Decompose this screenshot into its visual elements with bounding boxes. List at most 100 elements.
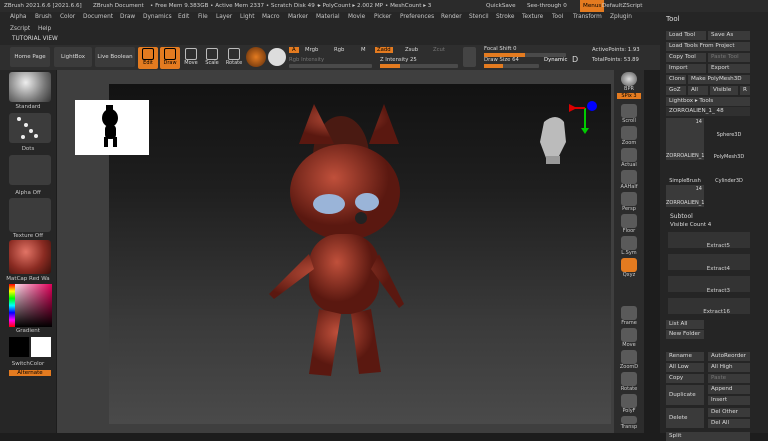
- alternate-button[interactable]: Alternate: [9, 370, 51, 376]
- persp-button[interactable]: Persp: [617, 192, 641, 212]
- del-other-button[interactable]: Del Other: [708, 408, 750, 417]
- scale-button[interactable]: Scale: [202, 47, 222, 69]
- live-boolean-button[interactable]: Live Boolean: [95, 47, 135, 67]
- menu-picker[interactable]: Picker: [374, 12, 391, 23]
- zcut-button[interactable]: Zcut: [433, 47, 445, 53]
- menu-preferences[interactable]: Preferences: [400, 12, 434, 23]
- scroll-button[interactable]: Scroll: [617, 104, 641, 124]
- menu-stencil[interactable]: Stencil: [469, 12, 489, 23]
- menu-tool[interactable]: Tool: [552, 12, 563, 23]
- standard-brush-thumb[interactable]: [9, 72, 51, 102]
- menu-layer[interactable]: Layer: [216, 12, 232, 23]
- rgb-intensity-slider[interactable]: Rgb Intensity: [289, 57, 324, 63]
- focal-shift-slider[interactable]: Focal Shift 0: [484, 46, 517, 52]
- menu-file[interactable]: File: [198, 12, 208, 23]
- draw-size-bar[interactable]: [484, 64, 539, 68]
- rgb-button[interactable]: Rgb: [334, 47, 344, 53]
- menu-dynamics[interactable]: Dynamics: [143, 12, 172, 23]
- zoom-button[interactable]: Zoom: [617, 126, 641, 146]
- all-high-button[interactable]: All High: [708, 363, 750, 372]
- zsub-button[interactable]: Zsub: [405, 47, 418, 53]
- subtool-header[interactable]: Subtool: [670, 213, 693, 220]
- menu-zscript[interactable]: Zscript: [10, 26, 30, 32]
- menu-help[interactable]: Help: [38, 26, 51, 32]
- stroke-icon[interactable]: [463, 47, 476, 67]
- home-page-button[interactable]: Home Page: [10, 47, 50, 67]
- m-button[interactable]: M: [361, 47, 366, 53]
- bpr-button[interactable]: BPR: [617, 72, 641, 92]
- visible-count-slider[interactable]: Visible Count 4: [670, 222, 711, 228]
- copy-tool-button[interactable]: Copy Tool: [666, 53, 706, 62]
- menu-transform[interactable]: Transform: [573, 12, 602, 23]
- color-picker[interactable]: [9, 284, 52, 327]
- r-button[interactable]: R: [740, 86, 750, 95]
- alpha-thumb[interactable]: [9, 155, 51, 185]
- frame-button[interactable]: Frame: [617, 306, 641, 326]
- del-all-button[interactable]: Del All: [708, 419, 750, 428]
- subtool-row[interactable]: Extract3: [668, 276, 750, 294]
- tool-thumb-zorroalien-2[interactable]: 14 ZORROALIEN_1: [666, 185, 704, 207]
- list-all-button[interactable]: List All: [666, 320, 704, 329]
- duplicate-button[interactable]: Duplicate: [666, 385, 704, 405]
- tool-thumb-cylinder3d[interactable]: Cylinder3D: [710, 164, 748, 184]
- copy-subtool-button[interactable]: Copy: [666, 374, 704, 383]
- menu-stroke[interactable]: Stroke: [496, 12, 514, 23]
- rotate-view-button[interactable]: Rotate: [617, 372, 641, 392]
- switchcolor-button[interactable]: SwitchColor: [0, 361, 56, 367]
- subtool-row[interactable]: Extract5: [668, 232, 750, 249]
- append-button[interactable]: Append: [708, 385, 750, 394]
- tool-header[interactable]: Tool: [666, 15, 680, 23]
- draw-size-slider[interactable]: Draw Size 64: [484, 57, 519, 63]
- menu-render[interactable]: Render: [441, 12, 462, 23]
- menu-texture[interactable]: Texture: [522, 12, 543, 23]
- subtool-row[interactable]: Extract16: [668, 298, 750, 315]
- rgb-intensity-bar[interactable]: [289, 64, 372, 68]
- actual-button[interactable]: Actual: [617, 148, 641, 168]
- lightbox-tools-button[interactable]: Lightbox ▸ Tools: [666, 97, 750, 106]
- autoreorder-button[interactable]: AutoReorder: [708, 352, 750, 361]
- export-button[interactable]: Export: [708, 64, 750, 73]
- save-as-button[interactable]: Save As: [708, 31, 750, 40]
- visible-button[interactable]: Visible: [710, 86, 738, 95]
- move-view-button[interactable]: Move: [617, 328, 641, 348]
- menu-macro[interactable]: Macro: [262, 12, 280, 23]
- menu-draw[interactable]: Draw: [120, 12, 135, 23]
- lightbox-button[interactable]: LightBox: [54, 47, 92, 67]
- quicksave-button[interactable]: QuickSave: [486, 0, 516, 12]
- all-low-button[interactable]: All Low: [666, 363, 704, 372]
- move-button[interactable]: Move: [181, 47, 201, 69]
- default-zscript[interactable]: DefaultZScript: [602, 0, 643, 12]
- clone-button[interactable]: Clone: [666, 75, 686, 84]
- edit-button[interactable]: Edit: [138, 47, 158, 69]
- menu-movie[interactable]: Movie: [348, 12, 365, 23]
- z-intensity-slider[interactable]: Z Intensity 25: [380, 57, 417, 63]
- menu-marker[interactable]: Marker: [288, 12, 308, 23]
- make-polymesh3d-button[interactable]: Make PolyMesh3D: [688, 75, 750, 84]
- current-tool-slider[interactable]: ZORROALIEN_1_ 48: [666, 107, 750, 116]
- goz-button[interactable]: GoZ: [666, 86, 686, 95]
- main-color-swatch[interactable]: [9, 337, 29, 357]
- new-folder-button[interactable]: New Folder: [666, 330, 704, 339]
- z-intensity-bar[interactable]: [380, 64, 458, 68]
- d-toggle[interactable]: D: [572, 55, 578, 64]
- draw-button[interactable]: Draw: [160, 47, 180, 69]
- see-through-slider[interactable]: See-through 0: [527, 0, 567, 12]
- dynamic-toggle[interactable]: Dynamic: [544, 57, 567, 63]
- zadd-button[interactable]: Zadd: [375, 47, 393, 53]
- transp-button[interactable]: Transp: [617, 416, 641, 430]
- a-button[interactable]: A: [289, 47, 299, 53]
- import-button[interactable]: Import: [666, 64, 706, 73]
- navigator-thumbnail[interactable]: [75, 100, 149, 155]
- load-tools-from-project-button[interactable]: Load Tools From Project: [666, 42, 750, 51]
- mrgb-button[interactable]: Mrgb: [305, 47, 318, 53]
- menus-button[interactable]: Menus: [580, 0, 605, 12]
- all-button[interactable]: All: [688, 86, 708, 95]
- tool-thumb-polymesh3d[interactable]: PolyMesh3D: [710, 142, 748, 160]
- hue-strip[interactable]: [9, 284, 15, 327]
- menu-light[interactable]: Light: [240, 12, 254, 23]
- tool-thumb-simplebrush[interactable]: SimpleBrush: [666, 164, 704, 184]
- axis-gizmo[interactable]: [565, 98, 601, 134]
- dots-stroke-thumb[interactable]: [9, 113, 51, 143]
- menu-edit[interactable]: Edit: [178, 12, 189, 23]
- delete-button[interactable]: Delete: [666, 408, 704, 428]
